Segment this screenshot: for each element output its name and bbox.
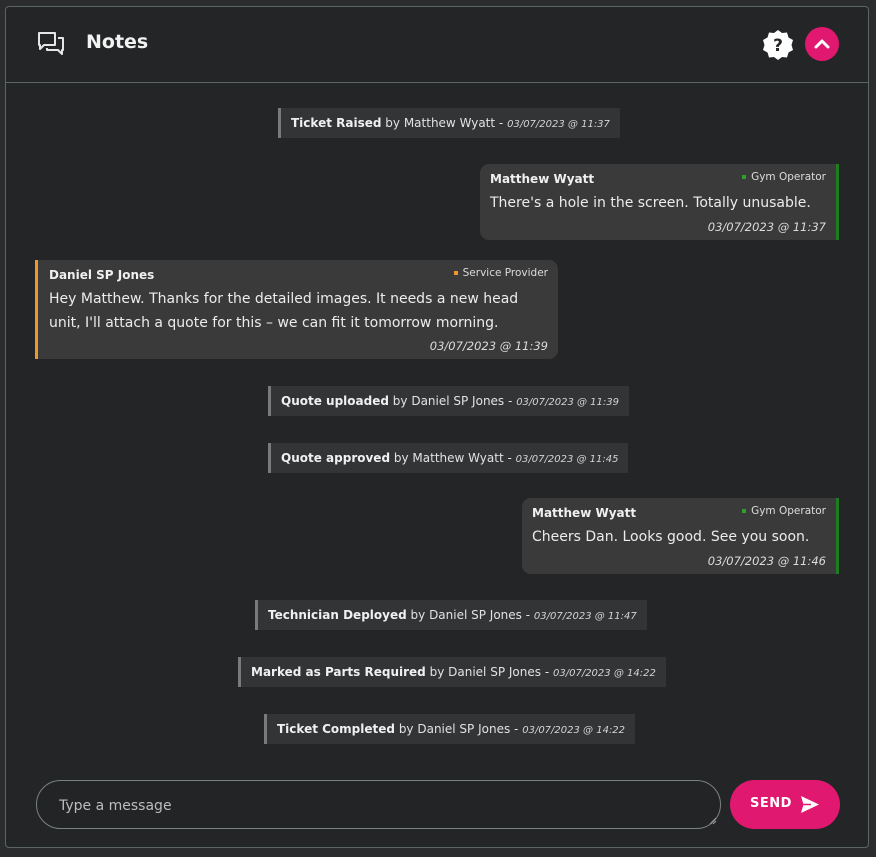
message-body: Hey Matthew. Thanks for the detailed ima…: [49, 291, 519, 331]
event-action: Marked as Parts Required: [251, 665, 426, 679]
event-row: Technician Deployed by Daniel SP Jones -…: [255, 600, 647, 630]
svg-text:?: ?: [773, 36, 783, 56]
message-time: 03/07/2023 @ 11:39: [429, 339, 548, 353]
event-action: Ticket Raised: [291, 116, 382, 130]
event-time: 03/07/2023 @ 11:45: [515, 454, 619, 465]
resize-grip-icon[interactable]: [709, 817, 717, 825]
message-author: Matthew Wyatt: [532, 506, 637, 520]
event-user: Daniel SP Jones: [448, 665, 541, 679]
message-input[interactable]: [57, 781, 701, 830]
event-time: 03/07/2023 @ 11:39: [516, 397, 619, 408]
event-row: Marked as Parts Required by Daniel SP Jo…: [238, 657, 666, 687]
message-role: Gym Operator: [742, 171, 826, 183]
event-user: Matthew Wyatt: [412, 451, 504, 465]
collapse-button[interactable]: [805, 27, 839, 61]
role-dot-icon: [742, 175, 747, 179]
notes-panel: Notes ? Ticket Raised by Matthew Wyatt -…: [5, 6, 869, 848]
page-title: Notes: [86, 31, 149, 53]
message-input-wrapper: [36, 780, 721, 830]
event-row: Quote uploaded by Daniel SP Jones - 03/0…: [268, 386, 629, 416]
message-bubble: Daniel SP Jones Service Provider Hey Mat…: [35, 260, 558, 359]
event-time: 03/07/2023 @ 11:47: [533, 611, 637, 622]
event-action: Quote approved: [281, 451, 391, 465]
message-bubble: Matthew Wyatt Gym Operator Cheers Dan. L…: [522, 498, 839, 574]
message-author: Matthew Wyatt: [490, 172, 595, 186]
message-role: Service Provider: [453, 267, 548, 279]
event-time: 03/07/2023 @ 14:22: [522, 725, 626, 736]
paper-plane-icon: [801, 796, 819, 813]
chat-bubbles-icon: [38, 32, 64, 55]
event-user: Daniel SP Jones: [429, 608, 522, 622]
message-body: There's a hole in the screen. Totally un…: [490, 195, 811, 211]
chevron-up-icon: [814, 39, 830, 49]
event-time: 03/07/2023 @ 11:37: [507, 119, 610, 130]
event-row: Quote approved by Matthew Wyatt - 03/07/…: [268, 443, 629, 473]
notes-header: Notes ?: [6, 7, 868, 83]
message-time: 03/07/2023 @ 11:37: [707, 220, 826, 234]
message-body: Cheers Dan. Looks good. See you soon.: [532, 529, 810, 545]
send-label: SEND: [750, 796, 792, 811]
event-row: Ticket Raised by Matthew Wyatt - 03/07/2…: [278, 108, 620, 138]
help-badge-icon[interactable]: ?: [762, 29, 794, 61]
role-dot-icon: [453, 271, 458, 275]
event-row: Ticket Completed by Daniel SP Jones - 03…: [264, 714, 636, 744]
role-dot-icon: [742, 509, 747, 513]
send-button[interactable]: SEND: [730, 780, 840, 829]
message-author: Daniel SP Jones: [49, 268, 155, 282]
event-action: Quote uploaded: [281, 394, 389, 408]
message-time: 03/07/2023 @ 11:46: [707, 554, 826, 568]
message-bubble: Matthew Wyatt Gym Operator There's a hol…: [480, 164, 839, 240]
event-time: 03/07/2023 @ 14:22: [553, 668, 656, 679]
event-user: Daniel SP Jones: [411, 394, 505, 408]
event-action: Ticket Completed: [277, 722, 395, 736]
event-user: Daniel SP Jones: [417, 722, 511, 736]
event-user: Matthew Wyatt: [403, 116, 496, 130]
event-action: Technician Deployed: [268, 608, 407, 622]
message-role: Gym Operator: [742, 505, 826, 517]
